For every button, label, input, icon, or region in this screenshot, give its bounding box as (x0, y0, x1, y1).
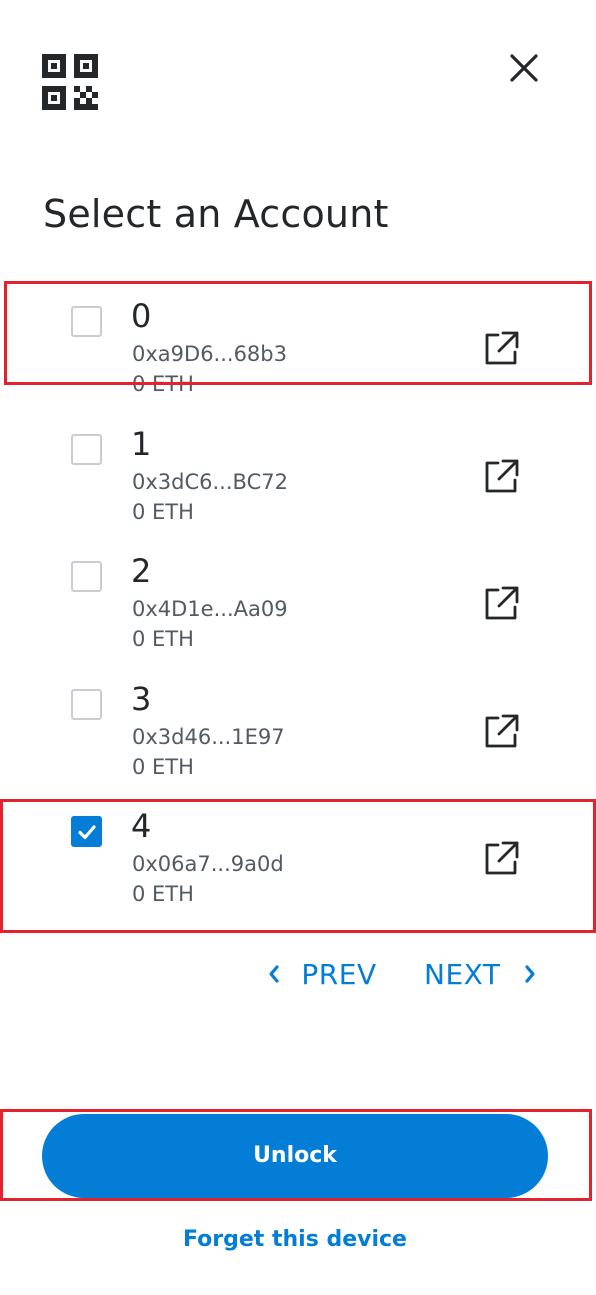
unlock-button[interactable]: Unlock (42, 1114, 548, 1198)
account-row-3[interactable]: 3 0x3d46...1E97 0 ETH (0, 665, 596, 793)
account-index: 0 (131, 297, 152, 335)
account-balance: 0 ETH (132, 754, 194, 779)
chevron-left-icon (266, 956, 282, 996)
external-link-icon[interactable] (481, 839, 521, 879)
close-icon[interactable] (504, 48, 544, 88)
account-row-0[interactable]: 0 0xa9D6...68b3 0 ETH (0, 282, 596, 410)
account-index: 2 (131, 552, 152, 590)
account-address: 0x06a7...9a0d (132, 852, 284, 876)
account-checkbox[interactable] (71, 306, 102, 337)
external-link-icon[interactable] (481, 329, 521, 369)
qr-code-icon[interactable] (40, 52, 100, 112)
account-row-4[interactable]: 4 0x06a7...9a0d 0 ETH (0, 792, 596, 920)
account-address: 0xa9D6...68b3 (132, 342, 287, 366)
account-checkbox[interactable] (71, 561, 102, 592)
account-row-1[interactable]: 1 0x3dC6...BC72 0 ETH (0, 410, 596, 538)
account-balance: 0 ETH (132, 882, 194, 906)
account-address: 0x4D1e...Aa09 (132, 597, 288, 621)
account-checkbox[interactable] (71, 816, 102, 847)
account-index: 3 (131, 679, 152, 718)
account-row-2[interactable]: 2 0x4D1e...Aa09 0 ETH (0, 537, 596, 665)
external-link-icon[interactable] (481, 584, 521, 624)
account-address: 0x3d46...1E97 (132, 724, 285, 749)
page-title: Select an Account (43, 192, 389, 236)
account-address: 0x3dC6...BC72 (132, 469, 288, 494)
account-balance: 0 ETH (132, 627, 194, 651)
next-label: NEXT (424, 958, 501, 991)
prev-button[interactable]: PREV (266, 955, 377, 996)
external-link-icon[interactable] (481, 712, 521, 752)
checkmark-icon (78, 825, 96, 840)
account-index: 4 (131, 807, 152, 845)
account-checkbox[interactable] (71, 688, 102, 720)
chevron-right-icon (522, 956, 538, 996)
forget-device-link[interactable]: Forget this device (0, 1222, 590, 1258)
account-index: 1 (131, 424, 152, 463)
prev-label: PREV (301, 958, 377, 991)
external-link-icon[interactable] (481, 457, 521, 497)
account-checkbox[interactable] (71, 433, 102, 465)
select-account-screen: Select an Account 0 0xa9D6...68b3 0 ETH … (0, 0, 596, 1295)
account-balance: 0 ETH (132, 372, 194, 396)
account-balance: 0 ETH (132, 499, 194, 524)
next-button[interactable]: NEXT (424, 955, 538, 996)
